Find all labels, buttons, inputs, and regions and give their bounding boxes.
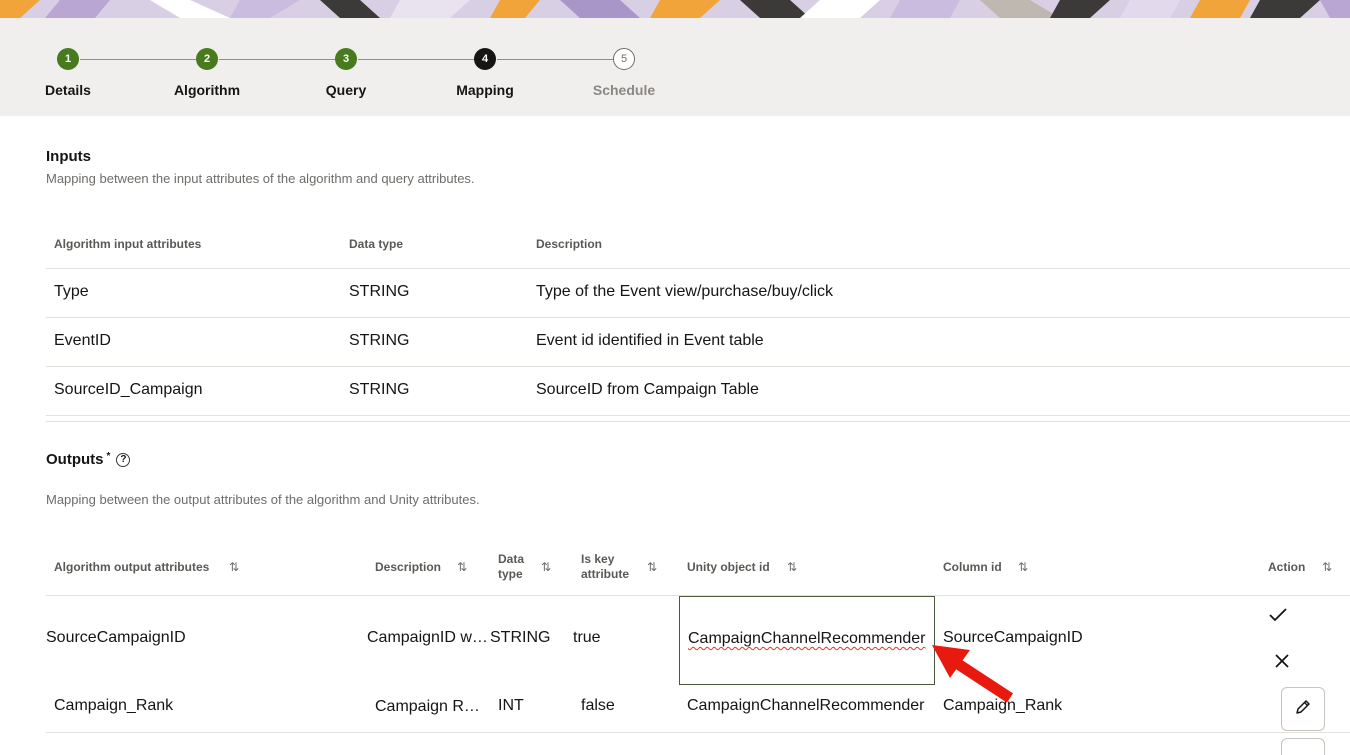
wizard-step-schedule[interactable]: 5 Schedule — [564, 48, 684, 98]
outputs-title-text: Outputs — [46, 451, 104, 468]
step-number-badge: 1 — [57, 48, 79, 70]
cell-attribute: EventID — [54, 332, 111, 349]
column-header: Algorithm output attributes — [54, 560, 210, 574]
outputs-description: Mapping between the output attributes of… — [46, 492, 480, 507]
step-label: Mapping — [456, 82, 514, 98]
step-number-badge: 3 — [335, 48, 357, 70]
cell-description: SourceID from Campaign Table — [536, 381, 759, 398]
cell-datatype: STRING — [490, 629, 551, 646]
step-label: Schedule — [592, 82, 656, 98]
cell-attribute: Type — [54, 283, 89, 300]
unity-object-id-value: CampaignChannelRecommender — [688, 630, 926, 647]
inputs-title: Inputs — [46, 148, 91, 165]
column-header: Is key attribute — [581, 552, 629, 582]
wizard-step-algorithm[interactable]: 2 Algorithm — [147, 48, 267, 98]
column-header-line: attribute — [581, 567, 629, 581]
column-header: Data type — [498, 552, 524, 582]
column-header-line: Data — [498, 552, 525, 566]
cell-unity-object-id: CampaignChannelRecommender — [687, 697, 925, 714]
help-circle-icon[interactable]: ? — [116, 453, 131, 468]
wizard-train: 1 Details 2 Algorithm 3 Query 4 Mapping … — [0, 18, 1350, 116]
outputs-table-header: Algorithm output attributes ⇅ Descriptio… — [46, 545, 1350, 596]
cell-attribute: Campaign_Rank — [54, 697, 174, 714]
table-row: EventID STRING Event id identified in Ev… — [46, 318, 1350, 367]
column-header: Unity object id — [687, 560, 770, 574]
edit-row-button[interactable] — [1281, 687, 1325, 731]
outputs-title: Outputs *? — [46, 451, 131, 468]
divider — [46, 416, 1350, 422]
sort-icon[interactable]: ⇅ — [541, 560, 551, 574]
annotation-arrow-icon — [925, 640, 1020, 710]
column-header: Description — [375, 560, 442, 574]
wizard-step-query[interactable]: 3 Query — [286, 48, 406, 98]
sort-icon[interactable]: ⇅ — [1018, 560, 1028, 574]
inputs-description: Mapping between the input attributes of … — [46, 171, 475, 186]
column-header: Algorithm input attributes — [54, 237, 202, 251]
row-action-button[interactable] — [1281, 738, 1325, 755]
close-icon[interactable] — [1274, 653, 1290, 674]
table-row: Campaign_Rank Campaign R… INT false Camp… — [46, 685, 1350, 733]
column-header: Action — [1268, 560, 1306, 574]
inputs-table: Algorithm input attributes Data type Des… — [46, 222, 1350, 422]
cell-description: Campaign R… — [375, 698, 480, 715]
step-number-badge: 2 — [196, 48, 218, 70]
cell-description: Event id identified in Event table — [536, 332, 764, 349]
pencil-icon — [1294, 698, 1312, 721]
column-header-line: type — [498, 567, 523, 581]
step-label: Details — [45, 82, 91, 98]
required-marker: * — [106, 451, 111, 462]
sort-icon[interactable]: ⇅ — [229, 560, 239, 574]
decorative-banner — [0, 0, 1350, 18]
sort-icon[interactable]: ⇅ — [457, 560, 467, 574]
column-header: Data type — [349, 237, 404, 251]
column-header: Description — [536, 237, 603, 251]
table-row: Type STRING Type of the Event view/purch… — [46, 269, 1350, 318]
step-number-badge: 5 — [613, 48, 635, 70]
cell-datatype: INT — [498, 697, 524, 714]
cell-datatype: STRING — [349, 283, 410, 300]
cell-iskey: true — [573, 629, 601, 646]
cell-attribute: SourceID_Campaign — [54, 381, 203, 398]
step-number-badge: 4 — [474, 48, 496, 70]
step-label: Algorithm — [173, 82, 241, 98]
cell-datatype: STRING — [349, 332, 410, 349]
step-label: Query — [325, 82, 367, 98]
sort-icon[interactable]: ⇅ — [787, 560, 797, 574]
check-icon[interactable] — [1268, 606, 1288, 629]
wizard-step-details[interactable]: 1 Details — [8, 48, 128, 98]
cell-description: Type of the Event view/purchase/buy/clic… — [536, 283, 834, 300]
table-header: Algorithm input attributes Data type Des… — [46, 222, 1350, 269]
column-header: Column id — [943, 560, 1002, 574]
column-header-line: Is key — [581, 552, 615, 566]
sort-icon[interactable]: ⇅ — [1322, 560, 1332, 574]
wizard-step-mapping[interactable]: 4 Mapping — [425, 48, 545, 98]
unity-object-id-input[interactable]: CampaignChannelRecommender — [679, 596, 935, 685]
cell-datatype: STRING — [349, 381, 410, 398]
cell-iskey: false — [581, 697, 615, 714]
sort-icon[interactable]: ⇅ — [647, 560, 657, 574]
cell-attribute: SourceCampaignID — [46, 629, 186, 646]
table-row: SourceID_Campaign STRING SourceID from C… — [46, 367, 1350, 416]
cell-description: CampaignID w… — [367, 629, 488, 646]
